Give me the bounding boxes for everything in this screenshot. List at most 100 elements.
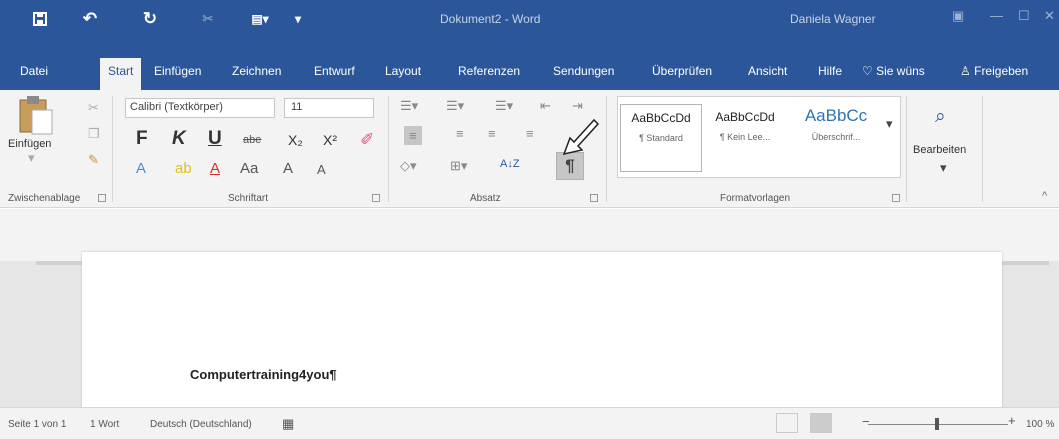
quick-print-icon[interactable]: ▤▾ (246, 0, 274, 38)
style-name: Überschrif... (811, 132, 861, 142)
tab-zeichnen[interactable]: Zeichnen (232, 61, 281, 81)
align-left-icon[interactable]: ≡ (404, 126, 422, 145)
numbering-icon[interactable]: ☰▾ (446, 98, 464, 114)
style-heading[interactable]: AaBbCc Überschrif... (788, 104, 884, 172)
style-standard[interactable]: AaBbCcDd ¶ Standard (620, 104, 702, 172)
save-icon[interactable] (30, 0, 50, 38)
style-no-spacing[interactable]: AaBbCcDd ¶ Kein Lee... (704, 104, 786, 172)
styles-launcher-icon[interactable] (892, 194, 900, 202)
justify-icon[interactable]: ≡ (526, 126, 534, 141)
style-sample: AaBbCc (804, 106, 868, 125)
format-painter-icon[interactable]: ✎ (88, 152, 99, 168)
ribbon-display-icon[interactable]: ▣ (952, 8, 964, 24)
style-name: ¶ Kein Lee... (719, 132, 771, 142)
bullets-icon[interactable]: ☰▾ (400, 98, 418, 114)
cut-icon[interactable]: ✂ (88, 100, 99, 116)
group-separator (906, 96, 907, 202)
clipboard-icon[interactable] (18, 94, 54, 138)
zoom-out-icon[interactable]: − (862, 414, 870, 429)
collapse-ribbon-icon[interactable]: ^ (1042, 190, 1047, 202)
redo-icon[interactable]: ↻ (140, 0, 160, 38)
underline-button[interactable]: U (208, 128, 222, 150)
style-name: ¶ Standard (639, 133, 683, 143)
tab-sendungen[interactable]: Sendungen (553, 61, 614, 81)
group-separator (388, 96, 389, 202)
copy-icon[interactable]: ❐ (88, 126, 100, 142)
style-sample: AaBbCcDd (631, 111, 691, 125)
paragraph-launcher-icon[interactable] (590, 194, 598, 202)
shrink-font-button[interactable]: A (317, 162, 326, 177)
document-page[interactable] (82, 252, 1002, 412)
group-label-paragraph: Absatz (470, 193, 501, 204)
italic-button[interactable]: K (172, 128, 186, 150)
grow-font-button[interactable]: A (283, 160, 293, 177)
sort-button[interactable]: A↓Z (500, 158, 520, 170)
window-title: Dokument2 - Word (440, 12, 541, 26)
shading-icon[interactable]: ◇▾ (400, 158, 417, 174)
font-name-field[interactable]: Calibri (Textkörper) (125, 98, 275, 118)
share-person-icon: ♙ (960, 64, 971, 78)
strikethrough-button[interactable]: abe (243, 134, 261, 146)
font-color-icon[interactable]: A (210, 160, 220, 177)
editing-dropdown-icon[interactable]: ▾ (940, 160, 947, 176)
decrease-indent-icon[interactable]: ⇤ (540, 98, 551, 114)
macro-record-icon[interactable]: ▦ (282, 416, 294, 432)
font-size-field[interactable]: 11 (284, 98, 374, 118)
group-label-styles: Formatvorlagen (720, 193, 791, 204)
group-label-clipboard: Zwischenablage (8, 193, 81, 204)
read-mode-icon[interactable] (776, 413, 798, 433)
zoom-in-icon[interactable]: + (1008, 413, 1016, 428)
search-icon[interactable]: ⌕ (935, 106, 946, 128)
text-effects-icon[interactable]: A (136, 160, 146, 177)
styles-more-icon[interactable]: ▾ (886, 116, 893, 132)
font-launcher-icon[interactable] (372, 194, 380, 202)
minimize-icon[interactable]: — (990, 8, 1003, 23)
group-separator (606, 96, 607, 202)
tab-referenzen[interactable]: Referenzen (458, 61, 520, 81)
tab-ansicht[interactable]: Ansicht (748, 61, 787, 81)
lightbulb-icon: ♡ (862, 64, 873, 78)
superscript-button[interactable]: X² (323, 132, 337, 148)
tab-hilfe[interactable]: Hilfe (818, 61, 842, 81)
tell-me-box[interactable]: ♡ Sie wüns (862, 61, 925, 81)
word-count[interactable]: 1 Wort (90, 419, 119, 430)
group-separator (112, 96, 113, 202)
clipboard-launcher-icon[interactable] (98, 194, 106, 202)
tab-ueberpruefen[interactable]: Überprüfen (652, 61, 712, 81)
highlight-icon[interactable]: ab (175, 160, 192, 177)
clear-formatting-icon[interactable]: ✐ (360, 130, 374, 150)
close-icon[interactable]: ✕ (1044, 8, 1055, 24)
paste-button[interactable]: Einfügen (8, 138, 51, 150)
cut-quick-icon[interactable]: ✂ (198, 0, 218, 38)
multilevel-list-icon[interactable]: ☰▾ (495, 98, 513, 114)
maximize-icon[interactable]: ☐ (1018, 8, 1030, 24)
zoom-level[interactable]: 100 % (1026, 419, 1054, 430)
paste-dropdown-icon[interactable]: ▾ (28, 150, 35, 166)
tab-entwurf[interactable]: Entwurf (314, 61, 355, 81)
change-case-button[interactable]: Aa (240, 160, 258, 177)
borders-icon[interactable]: ⊞▾ (450, 158, 467, 174)
undo-icon[interactable]: ↶ (80, 0, 100, 38)
user-name[interactable]: Daniela Wagner (790, 12, 876, 26)
tell-me-label: Sie wüns (876, 64, 925, 78)
align-center-icon[interactable]: ≡ (456, 126, 464, 141)
share-button[interactable]: ♙ Freigeben (960, 61, 1028, 81)
tab-datei[interactable]: Datei (20, 61, 48, 81)
group-label-font: Schriftart (228, 193, 269, 204)
zoom-slider-thumb[interactable] (935, 418, 939, 430)
document-text[interactable]: Computertraining4you¶ (190, 367, 337, 382)
editing-button[interactable]: Bearbeiten (913, 144, 966, 156)
print-layout-icon[interactable] (810, 413, 832, 433)
language-status[interactable]: Deutsch (Deutschland) (150, 419, 252, 430)
tab-layout[interactable]: Layout (385, 61, 421, 81)
group-separator (982, 96, 983, 202)
align-right-icon[interactable]: ≡ (488, 126, 496, 141)
tab-einfuegen[interactable]: Einfügen (154, 61, 201, 81)
pointer-arrow-icon (562, 118, 600, 156)
page-count[interactable]: Seite 1 von 1 (8, 419, 66, 430)
share-label: Freigeben (974, 64, 1029, 78)
tab-start[interactable]: Start (100, 58, 142, 90)
subscript-button[interactable]: X₂ (288, 132, 303, 148)
bold-button[interactable]: F (136, 128, 148, 150)
customize-toolbar-icon[interactable]: ▾ (290, 0, 306, 38)
